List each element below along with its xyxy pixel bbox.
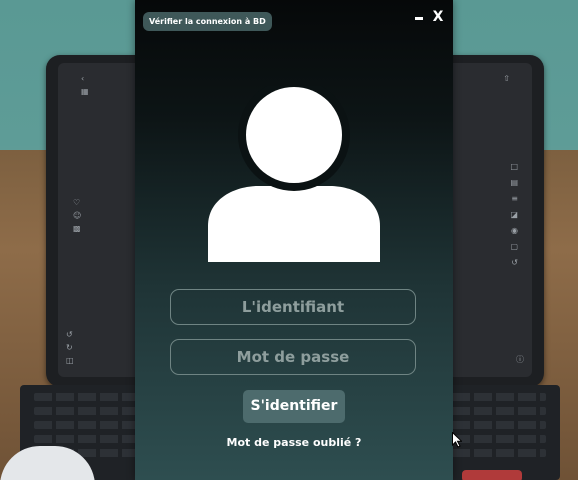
background-object <box>462 470 522 480</box>
username-input[interactable] <box>170 289 416 325</box>
desktop-background: ‹ ▦ ⇧ ♡ ☺ ▩ ↺ ↻ ◫ □ ▤ ≡ ◪ ◉ ▢ ↺ ⓘ Vérifi… <box>0 0 578 480</box>
heart-icon: ♡ <box>73 198 81 207</box>
undo-icon: ↺ <box>66 330 73 339</box>
password-input[interactable] <box>170 339 416 375</box>
frame-icon: ▢ <box>510 242 518 251</box>
chevron-left-icon: ‹ <box>81 74 85 83</box>
login-window: Vérifier la connexion à BD X S'identifie… <box>135 0 453 480</box>
compare-icon: ◫ <box>66 356 74 365</box>
redo-icon: ↻ <box>66 343 73 352</box>
minimize-button[interactable] <box>413 8 425 26</box>
history-icon: ↺ <box>511 258 518 267</box>
login-button[interactable]: S'identifier <box>243 390 345 423</box>
mouse-cursor-icon <box>452 431 463 448</box>
info-icon: ⓘ <box>516 355 524 364</box>
color-icon: ◉ <box>511 226 518 235</box>
smile-icon: ☺ <box>73 211 82 220</box>
minimize-icon <box>415 17 423 20</box>
user-silhouette-icon <box>208 86 380 262</box>
filter-icon: ◪ <box>510 210 518 219</box>
layers-icon: ▤ <box>510 178 518 187</box>
check-db-connection-button[interactable]: Vérifier la connexion à BD <box>143 12 272 31</box>
crop-icon: □ <box>510 162 518 171</box>
trash-icon: ▩ <box>73 224 81 233</box>
sidebar-icon: ▦ <box>81 87 89 96</box>
forgot-password-link[interactable]: Mot de passe oublié ? <box>135 436 453 450</box>
adjust-icon: ≡ <box>511 194 518 203</box>
close-button[interactable]: X <box>431 7 445 27</box>
share-icon: ⇧ <box>503 74 510 83</box>
